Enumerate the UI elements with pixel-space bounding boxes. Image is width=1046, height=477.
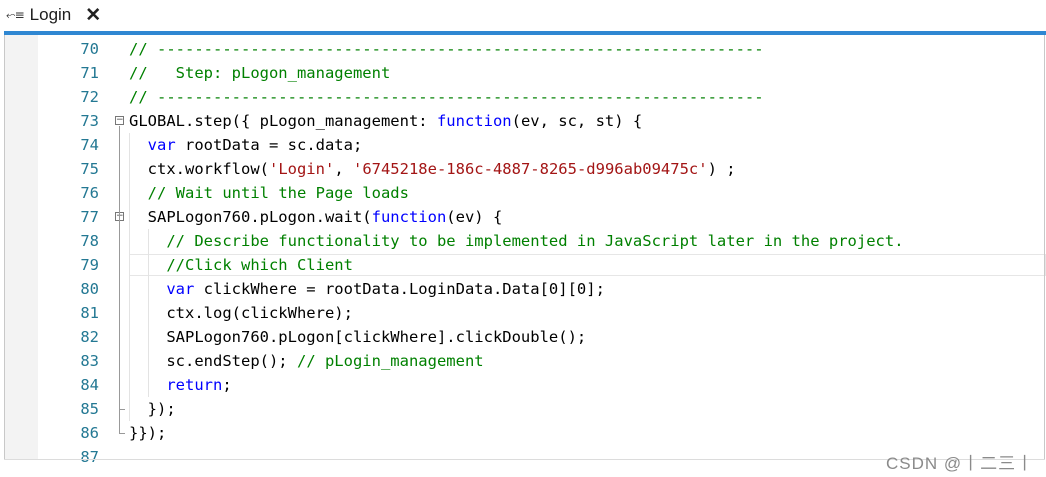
code-line[interactable]: 74 var rootData = sc.data; (4, 133, 1046, 157)
code-text: var rootData = sc.data; (129, 133, 363, 157)
line-number: 75 (80, 160, 99, 178)
line-number: 74 (80, 136, 99, 154)
code-text: // Step: pLogon_management (129, 61, 390, 85)
code-token: (ev) { (446, 208, 503, 226)
code-token: }}); (129, 424, 167, 442)
code-line[interactable]: 83 sc.endStep(); // pLogin_management (4, 349, 1046, 373)
code-token: ) ; (707, 160, 736, 178)
line-number: 76 (80, 184, 99, 202)
code-text: }); (129, 397, 176, 421)
code-token: // Step: pLogon_management (129, 64, 391, 82)
code-token: function (436, 112, 512, 130)
code-line[interactable]: 71 // Step: pLogon_management (4, 61, 1046, 85)
line-number: 80 (80, 280, 99, 298)
code-token: function (371, 208, 447, 226)
code-line[interactable]: 82 SAPLogon760.pLogon[clickWhere].clickD… (4, 325, 1046, 349)
code-token: '6745218e-186c-4887-8265-d996ab09475c' (352, 160, 708, 178)
fold-toggle-icon[interactable]: − (115, 116, 124, 125)
code-token: var (166, 280, 195, 298)
code-line[interactable]: 86}}); (4, 421, 1046, 445)
code-token: (ev, sc, st) { (511, 112, 643, 130)
fold-range-end (119, 433, 125, 434)
route-icon: ⬿≡ (6, 7, 25, 22)
code-token: , (334, 160, 353, 178)
code-text: return; (129, 373, 232, 397)
code-text: ctx.workflow('Login', '6745218e-186c-488… (129, 157, 736, 181)
code-text: // -------------------------------------… (129, 37, 764, 61)
code-token: // Wait until the Page loads (147, 184, 409, 202)
line-number: 83 (80, 352, 99, 370)
editor-right-border (1044, 35, 1045, 460)
line-number: 79 (80, 256, 99, 274)
code-token: SAPLogon760.pLogon[clickWhere].clickDoub… (129, 328, 587, 346)
line-number: 78 (80, 232, 99, 250)
code-line[interactable]: 80 var clickWhere = rootData.LoginData.D… (4, 277, 1046, 301)
line-number: 81 (80, 304, 99, 322)
code-token: SAPLogon760.pLogon.wait( (129, 208, 372, 226)
line-number: 71 (80, 64, 99, 82)
code-token: // -------------------------------------… (129, 40, 764, 58)
code-text: // Wait until the Page loads (129, 181, 409, 205)
code-token: // pLogin_management (296, 352, 484, 370)
code-editor[interactable]: 70 // -----------------------------------… (4, 35, 1046, 477)
code-text: sc.endStep(); // pLogin_management (129, 349, 484, 373)
code-line[interactable]: 84 return; (4, 373, 1046, 397)
tab-login[interactable]: ⬿≡ Login ✕ (6, 0, 101, 30)
code-token: // Describe functionality to be implemen… (166, 232, 904, 250)
line-number: 84 (80, 376, 99, 394)
code-text: //Click which Client (129, 253, 353, 277)
code-token: }); (129, 400, 176, 418)
code-token: clickWhere = rootData.LoginData.Data[0][… (194, 280, 605, 298)
code-line[interactable]: 76 // Wait until the Page loads (4, 181, 1046, 205)
line-number: 70 (80, 40, 99, 58)
code-text: // -------------------------------------… (129, 85, 764, 109)
code-line[interactable]: 78 // Describe functionality to be imple… (4, 229, 1046, 253)
code-text: SAPLogon760.pLogon[clickWhere].clickDoub… (129, 325, 586, 349)
code-token: return (166, 376, 223, 394)
code-text: GLOBAL.step({ pLogon_management: functio… (129, 109, 642, 133)
code-token: //Click which Client (166, 256, 353, 274)
line-number: 82 (80, 328, 99, 346)
tab-label: Login (29, 5, 72, 24)
line-number: 77 (80, 208, 99, 226)
line-number: 87 (80, 448, 99, 466)
line-number: 85 (80, 400, 99, 418)
code-token: rootData = sc.data; (175, 136, 363, 154)
code-text: SAPLogon760.pLogon.wait(function(ev) { (129, 205, 503, 229)
code-token: // -------------------------------------… (129, 88, 764, 106)
code-line[interactable]: 81 ctx.log(clickWhere); (4, 301, 1046, 325)
code-text: }}); (129, 421, 166, 445)
code-token: sc.endStep(); (129, 352, 297, 370)
code-token: 'Login' (268, 160, 335, 178)
line-number: 86 (80, 424, 99, 442)
editor-left-margin (5, 35, 38, 460)
code-line[interactable]: 77− SAPLogon760.pLogon.wait(function(ev)… (4, 205, 1046, 229)
watermark: CSDN @丨二三丨 (886, 454, 1035, 473)
fold-range-line (119, 126, 120, 433)
code-line[interactable]: 73 − GLOBAL.step({ pLogon_management: func… (4, 109, 1046, 133)
editor-tab-bar: ⬿≡ Login ✕ (0, 0, 1046, 30)
code-line[interactable]: 72 // -----------------------------------… (4, 85, 1046, 109)
code-text: ctx.log(clickWhere); (129, 301, 353, 325)
code-token: var (147, 136, 176, 154)
line-number: 73 (80, 112, 99, 130)
code-line[interactable]: 70 // -----------------------------------… (4, 37, 1046, 61)
line-number: 72 (80, 88, 99, 106)
indent-guide (129, 133, 130, 421)
code-text: // Describe functionality to be implemen… (129, 229, 904, 253)
code-token: ctx.log(clickWhere); (129, 304, 353, 322)
code-line[interactable]: 75 ctx.workflow('Login', '6745218e-186c-… (4, 157, 1046, 181)
code-token: ; (222, 376, 232, 394)
indent-guide (147, 229, 149, 397)
code-line[interactable]: 79 //Click which Client (4, 253, 1046, 277)
code-token: GLOBAL.step({ pLogon_management: (129, 112, 437, 130)
code-text: var clickWhere = rootData.LoginData.Data… (129, 277, 605, 301)
close-icon[interactable]: ✕ (85, 4, 101, 27)
code-line[interactable]: 85 }); (4, 397, 1046, 421)
code-token: ctx.workflow( (129, 160, 269, 178)
